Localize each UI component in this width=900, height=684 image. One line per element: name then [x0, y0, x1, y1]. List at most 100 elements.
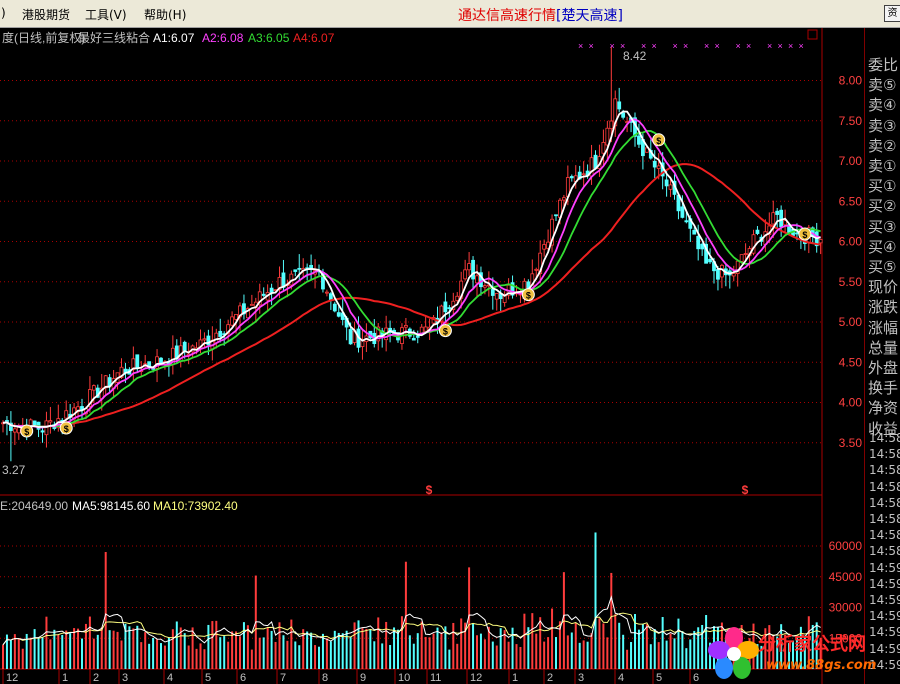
volume-bar [128, 626, 131, 669]
quote-label: 买① [868, 177, 897, 196]
candle-body [40, 430, 45, 433]
candle-body [605, 127, 610, 146]
volume-bar [179, 627, 182, 669]
cross-marker: × [746, 41, 751, 51]
chart-area[interactable]: $ $$$$$$ $× × × × × × × × × × × × × × × × 3.504.004.505.0… [0, 28, 864, 684]
candle-body [609, 120, 614, 130]
candle-body [542, 244, 547, 250]
menu-tools[interactable]: 工具(V) [85, 6, 127, 23]
quote-label: 买⑤ [868, 258, 897, 276]
month-label: 6 [240, 672, 246, 684]
server-name: [楚天高速] [556, 8, 623, 24]
cross-marker: × [683, 41, 688, 51]
volume-bar [278, 622, 281, 669]
volume-bar [566, 635, 569, 669]
volume-bar [681, 631, 684, 669]
volume-bar [582, 640, 585, 669]
month-label: 2 [93, 672, 99, 684]
quote-label: 卖④ [868, 96, 897, 115]
tick-time: 14:58 [869, 447, 900, 462]
volume-bar [578, 642, 581, 669]
candle-body [447, 307, 452, 310]
volume-bar [491, 641, 494, 669]
price-period: 度(日线,前复权) [2, 30, 85, 45]
volume-bar [657, 642, 660, 669]
money-bag-label: $ [24, 427, 29, 437]
volume-bar [21, 648, 24, 669]
volume-bar [535, 633, 538, 669]
cross-marker: × [788, 41, 793, 51]
volume-bar [377, 617, 380, 669]
volume-bar [361, 628, 364, 669]
volume-bar [547, 637, 550, 669]
volume-bar [551, 608, 554, 669]
volume-bar [697, 627, 700, 669]
volume-bar [397, 629, 399, 669]
month-label: 1 [62, 672, 68, 684]
menu-hk-futures[interactable]: 港股期货 [22, 6, 70, 23]
volume-bar [677, 618, 680, 669]
candle-body [471, 259, 475, 280]
quote-label: 现价 [868, 278, 899, 297]
window-button[interactable]: 资 [884, 5, 900, 22]
volume-bar [286, 640, 289, 669]
volume-bar [65, 630, 68, 669]
volume-ma10: MA10:73902.40 [153, 499, 238, 513]
volume-bar [701, 624, 704, 669]
quote-label: 换手 [868, 379, 899, 398]
volume-bar [408, 635, 411, 669]
candle-body [652, 160, 657, 168]
volume-bar [610, 572, 613, 669]
volume-bar [357, 620, 360, 669]
a2-value: A2:6.08 [202, 31, 244, 45]
candle-body [467, 263, 472, 271]
volume-bar [61, 634, 64, 669]
volume-bar [511, 627, 514, 669]
volume-bar [373, 641, 376, 669]
volume-bar [337, 632, 340, 669]
cross-marker: × [767, 41, 772, 51]
watermark: 分析家公式网 www.88gs.com [706, 624, 900, 684]
candle-body [490, 289, 495, 296]
candle-body [656, 165, 661, 169]
candle-body [755, 229, 760, 234]
volume-bar [424, 636, 427, 669]
volume-bar [144, 632, 147, 669]
volume-bar [389, 644, 392, 669]
tick-time: 14:58 [869, 431, 900, 445]
candle-body [601, 142, 606, 154]
cross-marker: × [704, 41, 709, 51]
volume-bar [314, 645, 317, 669]
price-tick-label: 4.00 [839, 396, 863, 410]
volume-bar [187, 645, 190, 669]
candle-body [293, 269, 298, 272]
quote-label: 卖① [868, 157, 897, 175]
volume-bar [167, 637, 170, 669]
volume-bar [598, 618, 601, 669]
volume-bar [499, 628, 502, 669]
volume-bar [519, 646, 522, 669]
volume-bar [543, 641, 546, 669]
volume-bar [132, 628, 135, 669]
volume-bar [49, 639, 52, 669]
volume-bar [88, 616, 91, 669]
candle-body [411, 338, 416, 341]
quote-label: 总量 [868, 338, 899, 357]
price-tick-label: 5.00 [839, 315, 863, 329]
quote-label: 外盘 [868, 359, 899, 377]
volume-bar [618, 622, 621, 669]
volume-bar [649, 644, 652, 669]
volume-bar [653, 629, 656, 669]
a4-value: A4:6.07 [293, 31, 335, 45]
volume-bar [33, 629, 36, 669]
volume-bar [693, 630, 696, 669]
month-label: 12 [470, 672, 482, 684]
menu-help[interactable]: 帮助(H) [144, 6, 186, 23]
candle-body [135, 354, 140, 368]
tick-time: 14:58 [869, 463, 900, 478]
month-label: 7 [280, 672, 286, 684]
volume-bar [81, 638, 83, 669]
volume-bar [175, 621, 178, 669]
flower-logo-icon [708, 627, 759, 679]
watermark-title: 分析家公式网 [758, 634, 866, 655]
